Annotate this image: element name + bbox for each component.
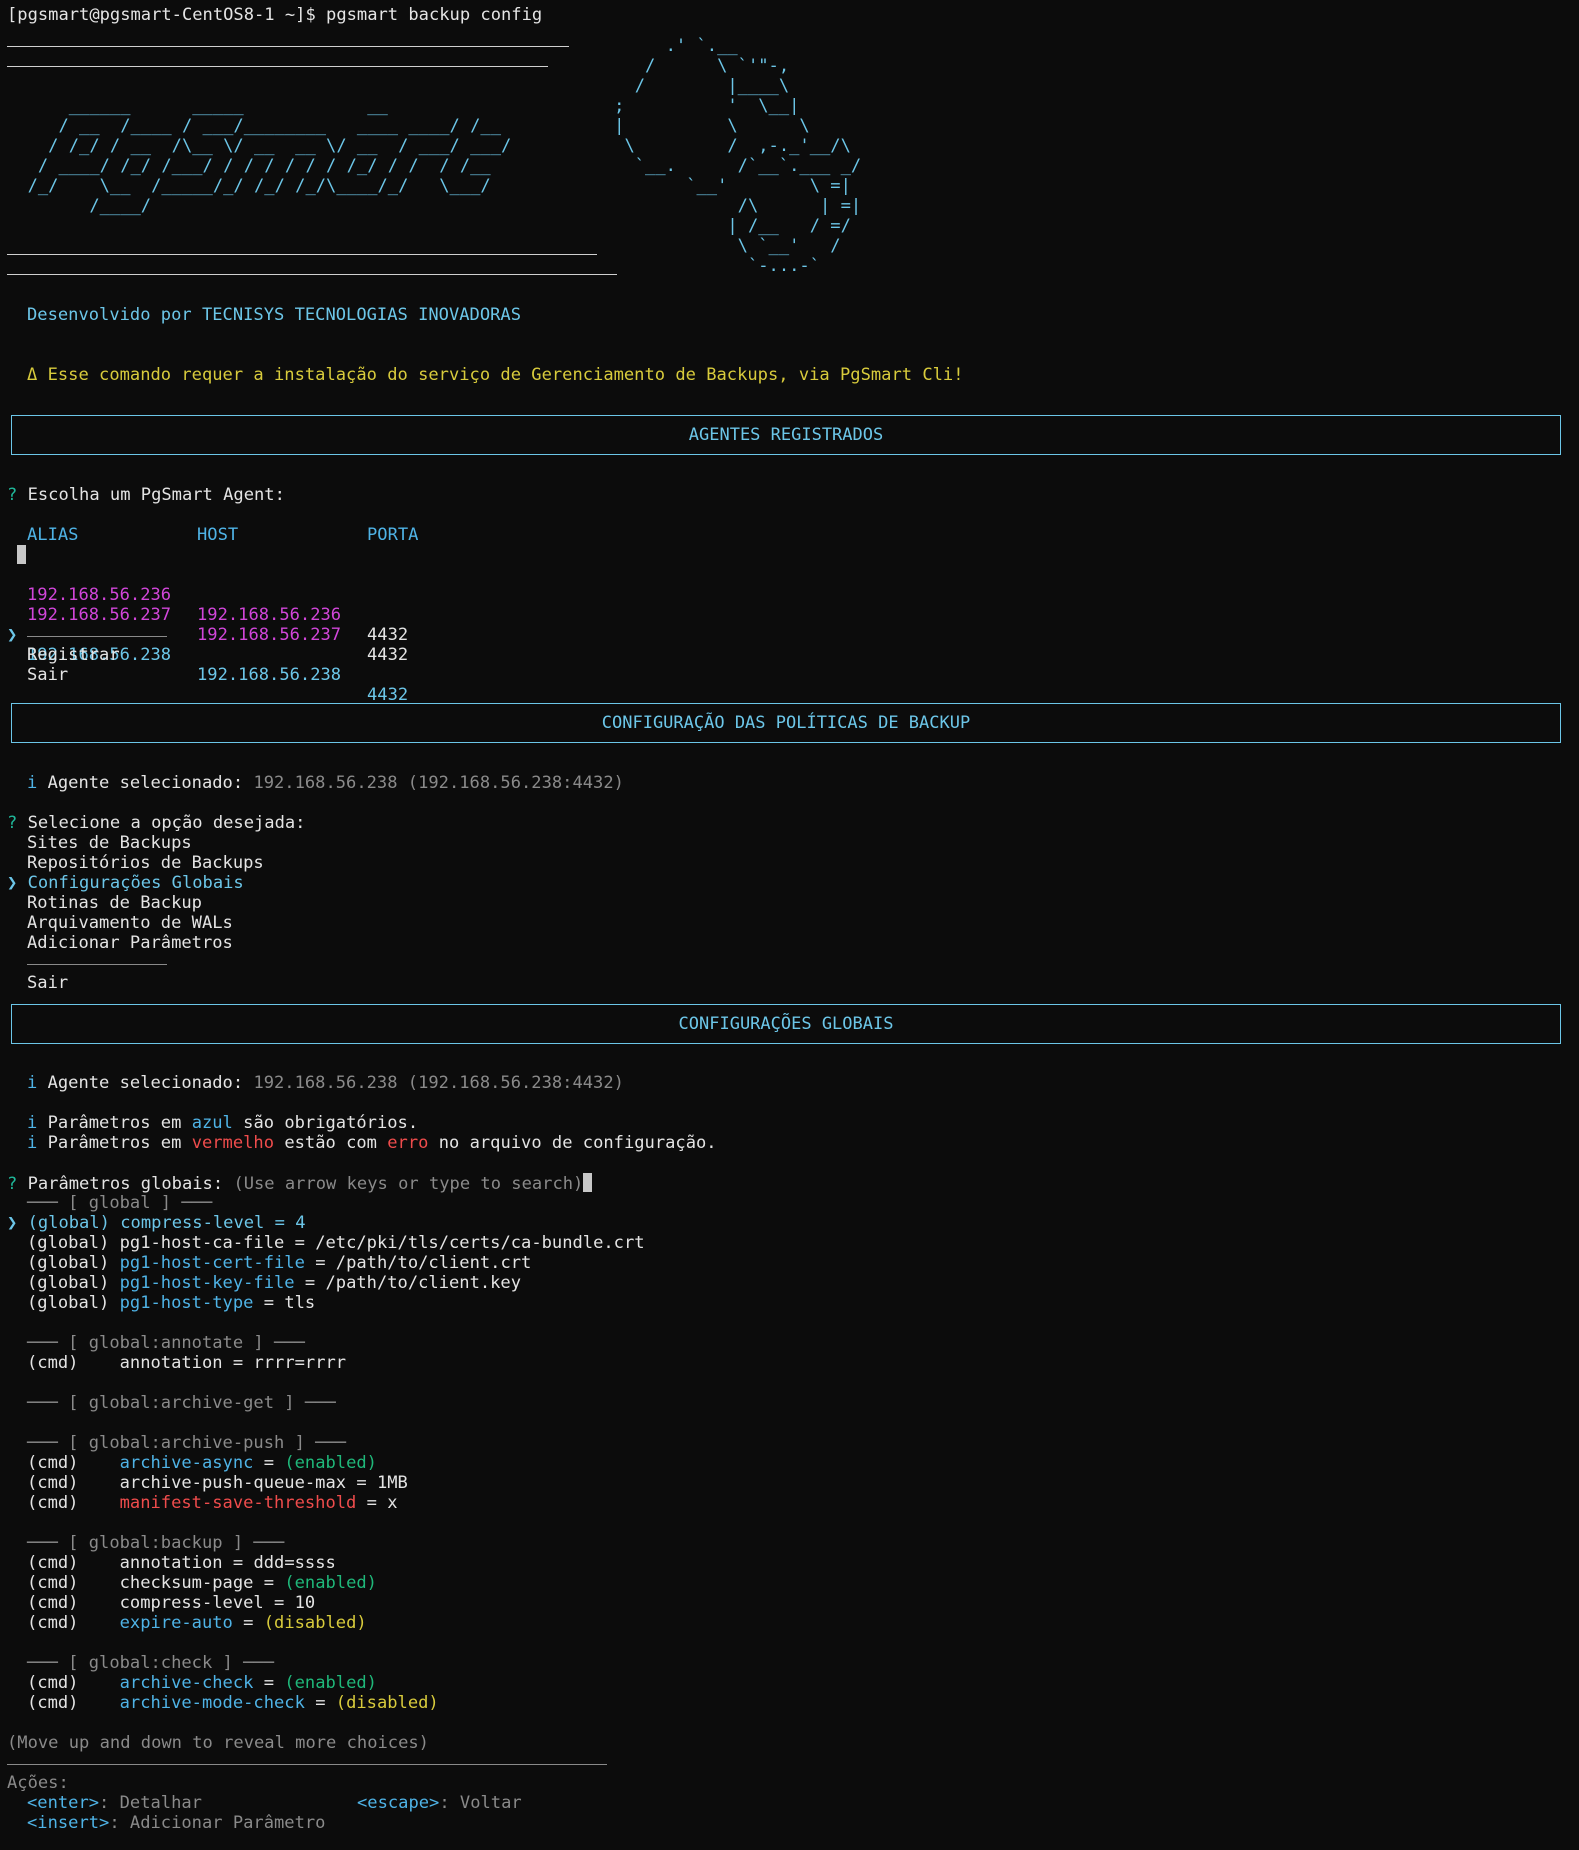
policy-question: ? Selecione a opção desejada:	[7, 813, 306, 833]
agent-row-selected[interactable]: ❯ 192.168.56.238 192.168.56.238 4432	[7, 605, 408, 705]
selected-agent-info: i Agente selecionado: 192.168.56.238 (19…	[27, 1073, 624, 1093]
param-row-selected[interactable]: ❯ (global) compress-level = 4	[7, 1213, 306, 1233]
agents-col-port: PORTA	[367, 525, 419, 545]
group-header-annotate: ─── [ global:annotate ] ───	[27, 1333, 305, 1353]
question-mark-icon: ?	[7, 485, 18, 505]
shell-prompt: [pgsmart@pgsmart-CentOS8-1 ~]$ pgsmart b…	[7, 5, 543, 25]
param-row[interactable]: (global) pg1-host-key-file = /path/to/cl…	[27, 1273, 521, 1293]
info-icon: i	[27, 1113, 38, 1133]
param-row-error[interactable]: (cmd) manifest-save-threshold = x	[27, 1493, 398, 1513]
group-header-backup: ─── [ global:backup ] ───	[27, 1533, 285, 1553]
question-mark-icon: ?	[7, 813, 18, 833]
policies-divider	[27, 964, 167, 965]
param-row[interactable]: (global) pg1-host-cert-file = /path/to/c…	[27, 1253, 531, 1273]
option-sites[interactable]: Sites de Backups	[27, 833, 192, 853]
option-exit[interactable]: Sair	[27, 973, 68, 993]
warning-message: Δ Esse comando requer a instalação do se…	[27, 365, 964, 385]
legend-error: i Parâmetros em vermelho estão com erro …	[27, 1133, 717, 1153]
param-row[interactable]: (cmd) archive-push-queue-max = 1MB	[27, 1473, 408, 1493]
question-mark-icon: ?	[7, 1174, 18, 1194]
info-icon: i	[27, 1073, 38, 1093]
global-params-question[interactable]: ? Parâmetros globais: (Use arrow keys or…	[7, 1173, 593, 1194]
actions-divider	[7, 1764, 607, 1765]
section-agents-header: AGENTES REGISTRADOS	[11, 415, 1561, 455]
terminal-window[interactable]: [pgsmart@pgsmart-CentOS8-1 ~]$ pgsmart b…	[0, 0, 1579, 1850]
agents-divider	[27, 636, 167, 637]
info-icon: i	[27, 773, 38, 793]
pgsmart-logo: .' `.__ / \ `'"-, / |____\ ______ _____ …	[27, 36, 862, 276]
action-insert[interactable]: <insert>: Adicionar Parâmetro	[27, 1813, 325, 1833]
param-row[interactable]: (global) pg1-host-type = tls	[27, 1293, 315, 1313]
param-row[interactable]: (cmd) archive-async = (enabled)	[27, 1453, 377, 1473]
option-wal-archive[interactable]: Arquivamento de WALs	[27, 913, 233, 933]
param-row[interactable]: (cmd) annotation = ddd=ssss	[27, 1553, 336, 1573]
group-header-check: ─── [ global:check ] ───	[27, 1653, 274, 1673]
agent-question: ? Escolha um PgSmart Agent:	[7, 485, 285, 505]
pointer-icon: ❯	[7, 1213, 18, 1233]
section-global-header: CONFIGURAÇÕES GLOBAIS	[11, 1004, 1561, 1044]
param-row[interactable]: (cmd) expire-auto = (disabled)	[27, 1613, 367, 1633]
param-row[interactable]: (cmd) annotation = rrrr=rrrr	[27, 1353, 346, 1373]
info-icon: i	[27, 1133, 38, 1153]
developer-credit: Desenvolvido por TECNISYS TECNOLOGIAS IN…	[27, 305, 521, 325]
option-exit[interactable]: Sair	[27, 665, 68, 685]
option-repositories[interactable]: Repositórios de Backups	[27, 853, 264, 873]
param-row[interactable]: (cmd) compress-level = 10	[27, 1593, 315, 1613]
text-cursor	[583, 1173, 593, 1192]
agent-row[interactable]: 192.168.56.236 192.168.56.236 4432	[7, 565, 408, 645]
cursor-block	[17, 545, 26, 565]
agents-col-host: HOST	[197, 525, 239, 545]
action-enter[interactable]: <enter>: Detalhar	[27, 1793, 202, 1813]
pointer-icon: ❯	[7, 625, 18, 645]
group-header-archive-get: ─── [ global:archive-get ] ───	[27, 1393, 336, 1413]
more-choices-hint: (Move up and down to reveal more choices…	[7, 1733, 429, 1753]
option-global-config-selected[interactable]: ❯ Configurações Globais	[7, 873, 244, 893]
group-header-global: ─── [ global ] ───	[27, 1193, 213, 1213]
option-add-params[interactable]: Adicionar Parâmetros	[27, 933, 233, 953]
actions-label: Ações:	[7, 1773, 69, 1793]
param-row[interactable]: (cmd) checksum-page = (enabled)	[27, 1573, 377, 1593]
param-row[interactable]: (cmd) archive-mode-check = (disabled)	[27, 1693, 439, 1713]
pointer-icon: ❯	[7, 873, 18, 893]
section-policies-header: CONFIGURAÇÃO DAS POLÍTICAS DE BACKUP	[11, 703, 1561, 743]
param-row[interactable]: (cmd) archive-check = (enabled)	[27, 1673, 377, 1693]
selected-agent-info: i Agente selecionado: 192.168.56.238 (19…	[27, 773, 624, 793]
agent-row[interactable]: 192.168.56.237 192.168.56.237 4432	[7, 585, 408, 665]
option-register[interactable]: Registrar	[27, 645, 120, 665]
action-escape[interactable]: <escape>: Voltar	[357, 1793, 522, 1813]
legend-required: i Parâmetros em azul são obrigatórios.	[27, 1113, 419, 1133]
group-header-archive-push: ─── [ global:archive-push ] ───	[27, 1433, 347, 1453]
option-routines[interactable]: Rotinas de Backup	[27, 893, 202, 913]
param-row[interactable]: (global) pg1-host-ca-file = /etc/pki/tls…	[27, 1233, 645, 1253]
agents-col-alias: ALIAS	[27, 525, 79, 545]
